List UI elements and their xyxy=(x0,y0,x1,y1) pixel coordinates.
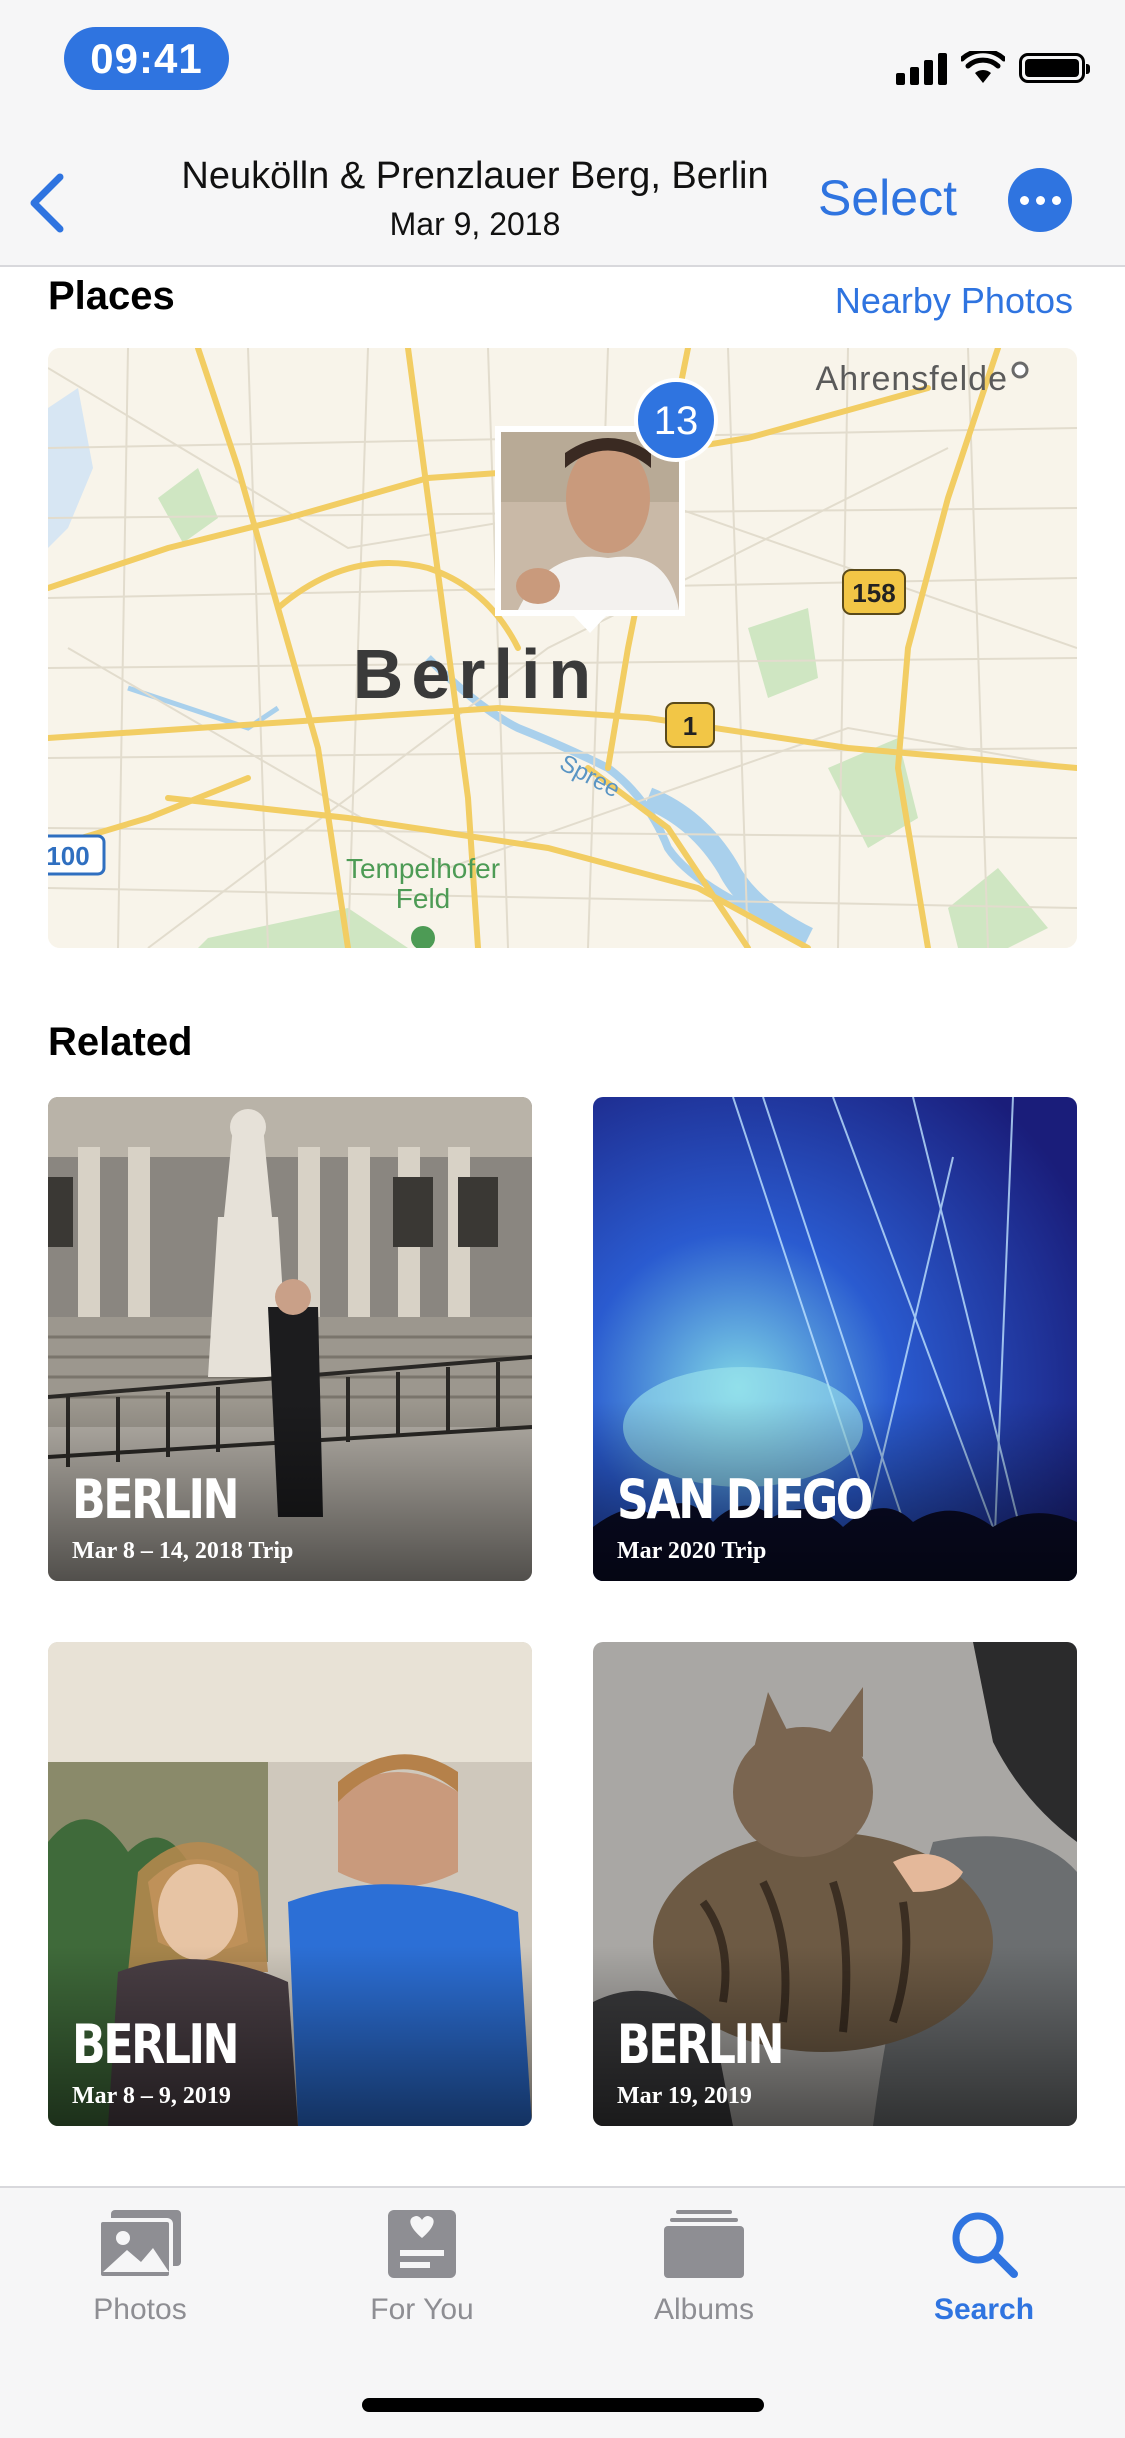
tab-for-you[interactable]: For You xyxy=(322,2208,522,2327)
road-badge-1: 1 xyxy=(683,711,697,741)
road-badge-100: 100 xyxy=(48,841,90,871)
memory-subtitle: Mar 8 – 14, 2018 Trip xyxy=(72,1538,294,1564)
road-badge-158: 158 xyxy=(852,578,895,608)
map-photo-count-badge: 13 xyxy=(654,399,699,443)
cellular-signal-icon xyxy=(896,51,947,85)
memory-subtitle: Mar 2020 Trip xyxy=(617,1538,767,1564)
back-chevron-icon[interactable] xyxy=(20,165,80,240)
related-memory-tile[interactable]: BERLIN Mar 19, 2019 xyxy=(593,1642,1077,2126)
status-icons xyxy=(896,48,1090,88)
status-bar: 09:41 xyxy=(0,0,1125,140)
status-time: 09:41 xyxy=(64,27,229,90)
memory-subtitle: Mar 8 – 9, 2019 xyxy=(72,2083,231,2109)
nearby-photos-link[interactable]: Nearby Photos xyxy=(835,280,1073,322)
photos-icon xyxy=(97,2210,181,2280)
nav-title: Neukölln & Prenzlauer Berg, Berlin xyxy=(181,155,769,197)
tab-photos[interactable]: Photos xyxy=(40,2208,240,2327)
ellipsis-icon xyxy=(1019,195,1029,205)
memory-subtitle: Mar 19, 2019 xyxy=(617,2083,752,2109)
nav-subtitle: Mar 9, 2018 xyxy=(389,206,561,242)
related-memory-tile[interactable]: BERLIN Mar 8 – 9, 2019 xyxy=(48,1642,532,2126)
tab-albums[interactable]: Albums xyxy=(604,2208,804,2327)
related-memory-tile[interactable]: BERLIN Mar 8 – 14, 2018 Trip xyxy=(48,1097,532,1581)
wifi-icon xyxy=(961,51,1005,83)
navigation-bar: Neukölln & Prenzlauer Berg, Berlin Mar 9… xyxy=(0,140,1125,267)
tab-label: Albums xyxy=(653,2293,755,2326)
memory-title: BERLIN xyxy=(617,2013,785,2076)
home-indicator[interactable] xyxy=(362,2398,764,2412)
tab-search[interactable]: Search xyxy=(884,2208,1084,2327)
memory-title: BERLIN xyxy=(72,1468,240,1531)
battery-icon xyxy=(1019,53,1090,83)
for-you-icon xyxy=(388,2210,456,2278)
map-district-label: Ahrensfelde xyxy=(816,360,1008,398)
related-heading: Related xyxy=(48,1020,193,1064)
nav-titles: Neukölln & Prenzlauer Berg, Berlin Mar 9… xyxy=(150,150,800,246)
memory-title: SAN DIEGO xyxy=(617,1468,873,1531)
albums-icon xyxy=(664,2210,744,2278)
places-heading: Places xyxy=(48,274,175,318)
tab-label: For You xyxy=(370,2293,474,2326)
tab-label: Photos xyxy=(93,2293,187,2326)
related-memory-tile[interactable]: SAN DIEGO Mar 2020 Trip xyxy=(593,1097,1077,1581)
places-map[interactable]: Berlin Ahrensfelde Tempelhofer Feld Spre… xyxy=(48,348,1077,948)
select-button[interactable]: Select xyxy=(818,168,957,228)
map-park-label-1: Tempelhofer xyxy=(346,853,500,884)
tab-label: Search xyxy=(933,2293,1035,2326)
more-options-button[interactable] xyxy=(1008,168,1072,232)
search-icon xyxy=(952,2212,1018,2278)
map-park-label-2: Feld xyxy=(396,883,450,914)
map-city-label: Berlin xyxy=(353,635,599,713)
memory-title: BERLIN xyxy=(72,2013,240,2076)
